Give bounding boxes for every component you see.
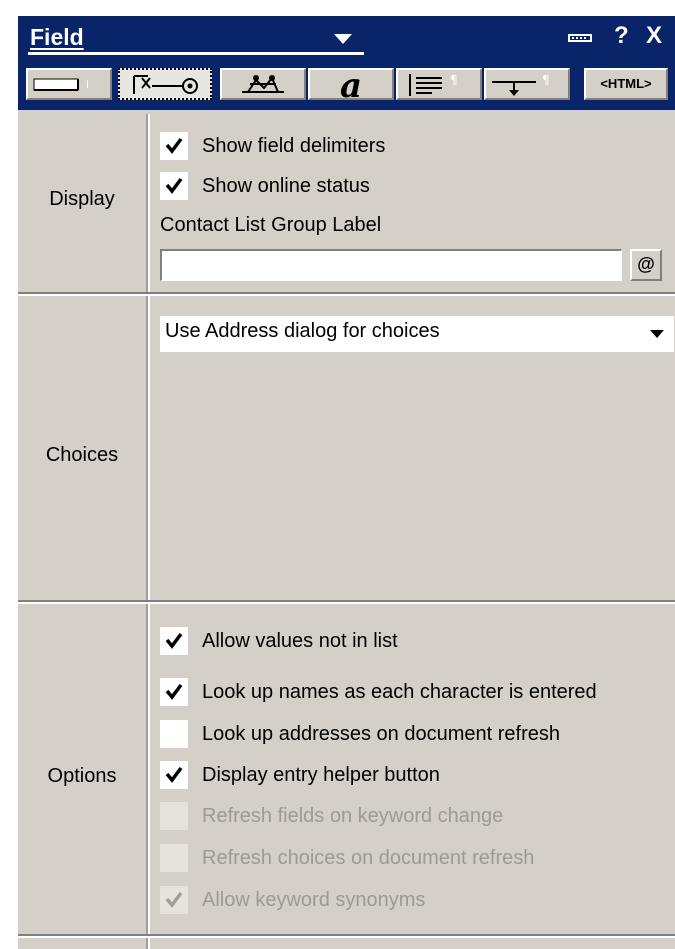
- options-section-label: Options: [47, 765, 117, 787]
- tab-paragraph-margins[interactable]: ¶: [484, 68, 570, 100]
- show-field-delimiters-label: Show field delimiters: [202, 135, 386, 157]
- checkmark-icon: [165, 177, 183, 194]
- tab-html[interactable]: <HTML>: [584, 68, 668, 100]
- field-properties-panel: Field ? X i a ¶ ¶ <HTML> Display Show fi…: [18, 16, 675, 949]
- display-choices-separator-highlight: [18, 294, 675, 296]
- paragraph-margins-icon: ¶: [492, 73, 550, 96]
- contact-list-group-label-caption: Contact List Group Label: [160, 214, 382, 236]
- checkmark-icon: [165, 137, 183, 154]
- refresh-fields-checkbox: [160, 802, 188, 830]
- tab-font[interactable]: a: [308, 66, 394, 106]
- formula-button[interactable]: @: [630, 249, 662, 281]
- display-entry-helper-checkbox[interactable]: [160, 761, 188, 789]
- display-entry-helper-label: Display entry helper button: [202, 764, 440, 786]
- properties-tab-strip: i a ¶ ¶ <HTML>: [18, 60, 675, 110]
- svg-text:¶: ¶: [542, 73, 550, 87]
- look-up-addresses-checkbox[interactable]: [160, 720, 188, 748]
- chevron-down-icon[interactable]: [334, 34, 352, 44]
- checkmark-icon: [165, 766, 183, 783]
- checkmark-icon: [165, 891, 183, 908]
- tab-field-info[interactable]: i: [26, 68, 112, 100]
- show-online-status-checkbox[interactable]: [160, 172, 188, 200]
- choices-dropdown[interactable]: Use Address dialog for choices: [160, 316, 674, 352]
- look-up-names-checkbox[interactable]: [160, 678, 188, 706]
- help-button[interactable]: ?: [614, 22, 629, 50]
- choices-selected-value: Use Address dialog for choices: [165, 320, 440, 342]
- show-online-status-label: Show online status: [202, 175, 370, 197]
- refresh-choices-label: Refresh choices on document refresh: [202, 847, 535, 869]
- svg-text:¶: ¶: [450, 73, 458, 87]
- svg-text:i: i: [86, 78, 89, 91]
- contact-list-group-label-input[interactable]: [160, 249, 622, 281]
- look-up-addresses-label: Look up addresses on document refresh: [202, 723, 560, 745]
- allow-values-not-in-list-checkbox[interactable]: [160, 627, 188, 655]
- close-button[interactable]: X: [646, 22, 662, 50]
- panel-title: Field: [30, 24, 84, 50]
- look-up-names-label: Look up names as each character is enter…: [202, 681, 597, 703]
- choices-options-separator-highlight: [18, 602, 675, 604]
- show-field-delimiters-checkbox[interactable]: [160, 132, 188, 160]
- title-dropdown-underline: [28, 52, 364, 55]
- html-tags-icon: <HTML>: [600, 76, 652, 91]
- section-divider-highlight: [148, 114, 150, 949]
- refresh-choices-checkbox: [160, 844, 188, 872]
- dock-grip-icon[interactable]: [568, 34, 592, 42]
- allow-keyword-synonyms-checkbox: [160, 886, 188, 914]
- control-icon: [133, 75, 198, 94]
- tab-paragraph-alignment[interactable]: ¶: [396, 68, 482, 100]
- checkmark-icon: [165, 683, 183, 700]
- display-section-label: Display: [49, 188, 115, 210]
- options-bottom-separator-highlight: [18, 936, 675, 938]
- tab-control[interactable]: [118, 68, 212, 100]
- paragraph-alignment-icon: ¶: [409, 73, 458, 96]
- font-icon: a: [339, 66, 363, 106]
- refresh-fields-label: Refresh fields on keyword change: [202, 805, 504, 827]
- checkmark-icon: [165, 632, 183, 649]
- field-info-icon: i: [33, 78, 89, 91]
- advanced-icon: [242, 75, 284, 93]
- tab-advanced[interactable]: [220, 68, 306, 100]
- title-bar[interactable]: Field ? X: [18, 16, 675, 60]
- allow-keyword-synonyms-label: Allow keyword synonyms: [202, 889, 426, 911]
- choices-section-label: Choices: [45, 444, 119, 466]
- chevron-down-icon[interactable]: [650, 330, 664, 338]
- allow-values-not-in-list-label: Allow values not in list: [202, 630, 398, 652]
